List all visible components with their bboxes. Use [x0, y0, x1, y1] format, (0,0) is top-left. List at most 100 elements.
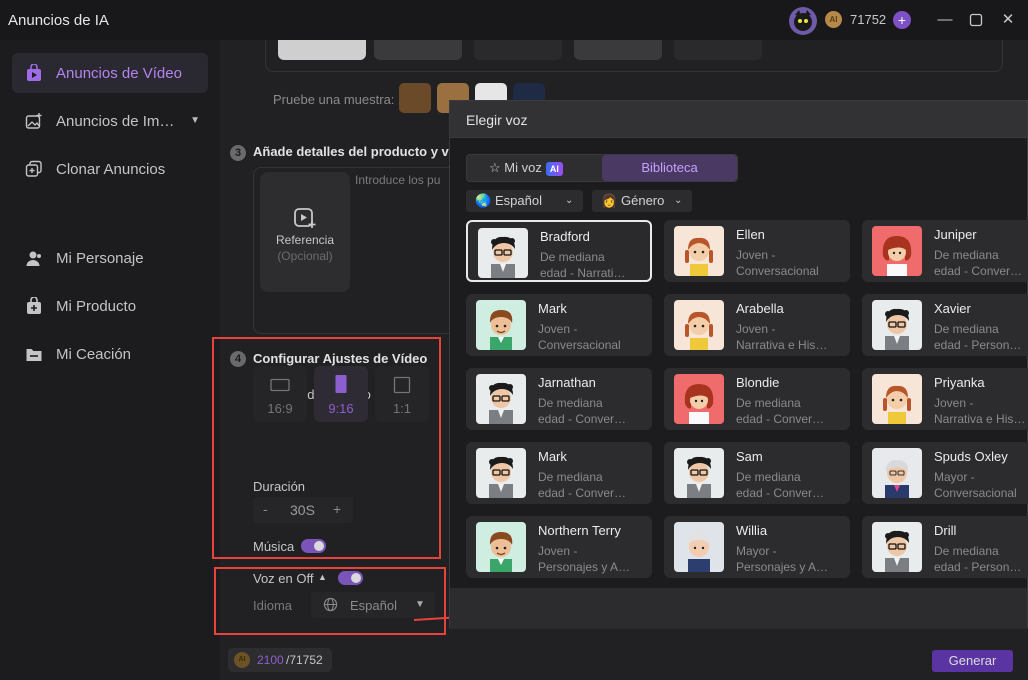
template-thumb[interactable] [574, 40, 662, 60]
sidebar-item-my-character[interactable]: Mi Personaje [12, 238, 208, 278]
voice-avatar [872, 374, 922, 424]
voice-desc-line: Conversacional [736, 264, 819, 278]
voice-avatar [478, 228, 528, 278]
voice-avatar [872, 300, 922, 350]
add-coins-button[interactable]: + [893, 11, 911, 29]
voice-avatar [476, 522, 526, 572]
generate-button[interactable]: Generar [932, 650, 1013, 672]
maximize-button[interactable] [966, 10, 986, 30]
voice-name: Blondie [736, 375, 780, 390]
voice-desc-line: De mediana [736, 470, 801, 484]
sidebar-item-my-product[interactable]: Mi Producto [12, 286, 208, 326]
voice-description: Joven - Conversacional [538, 321, 648, 353]
highlight-video-settings [212, 337, 441, 559]
folder-icon [24, 344, 44, 364]
voice-desc-line: Joven - [538, 322, 578, 336]
voice-description: Mayor - Personajes y A… [736, 543, 846, 575]
sidebar-item-clone-ads[interactable]: Clonar Anuncios [12, 149, 208, 189]
sidebar-item-my-creation[interactable]: Mi Ceación [12, 334, 208, 374]
voice-name: Willia [736, 523, 768, 538]
voice-avatar [476, 448, 526, 498]
voice-description: Joven - Narrativa e His… [934, 395, 1028, 427]
voice-card[interactable]: Priyanka Joven - Narrativa e His… [862, 368, 1028, 430]
voice-desc-line: Personajes y A… [538, 560, 631, 574]
voice-name: Ellen [736, 227, 765, 242]
voice-desc-line: edad - Person… [934, 338, 1022, 352]
voice-avatar [674, 374, 724, 424]
voice-card[interactable]: Spuds Oxley Mayor - Conversacional [862, 442, 1028, 504]
voice-description: De mediana edad - Person… [934, 321, 1028, 353]
voice-desc-line: Narrativa e His… [934, 412, 1026, 426]
voice-name: Spuds Oxley [934, 449, 1008, 464]
sidebar-item-video-ads[interactable]: Anuncios de Vídeo [12, 53, 208, 93]
voice-description: Joven - Personajes y A… [538, 543, 648, 575]
tab-my-voice[interactable]: ☆ Mi voz AI [489, 155, 563, 181]
voice-card[interactable]: Mark Joven - Conversacional [466, 294, 652, 356]
step3-title: Añade detalles del producto y v [253, 144, 449, 159]
reference-optional: (Opcional) [277, 249, 333, 263]
sidebar-item-label: Anuncios de Vídeo [56, 64, 182, 82]
voice-card[interactable]: Arabella Joven - Narrativa e His… [664, 294, 850, 356]
template-thumb[interactable] [674, 40, 762, 60]
reference-upload[interactable] [260, 172, 350, 292]
voice-card[interactable]: Drill De mediana edad - Person… [862, 516, 1028, 578]
voice-card[interactable]: Bradford De mediana edad - Narrati… [466, 220, 652, 282]
voice-tabs: ☆ Mi voz AI Biblioteca [466, 154, 738, 182]
voice-name: Sam [736, 449, 763, 464]
chevron-down-icon: ⌄ [565, 195, 574, 206]
filter-label: Español [495, 193, 542, 208]
filter-label: Género [621, 193, 665, 208]
voice-desc-line: De mediana [934, 248, 999, 262]
voice-name: Xavier [934, 301, 971, 316]
voice-desc-line: De mediana [538, 470, 603, 484]
product-icon [24, 296, 44, 316]
voice-card[interactable]: Northern Terry Joven - Personajes y A… [466, 516, 652, 578]
user-avatar[interactable] [789, 7, 817, 35]
dialog-body: ☆ Mi voz AI Biblioteca 🌏 Español ⌄ 👩 Géne… [450, 138, 1028, 588]
voice-avatar [872, 522, 922, 572]
voice-card[interactable]: Sam De mediana edad - Conver… [664, 442, 850, 504]
voice-desc-line: Narrativa e His… [736, 338, 828, 352]
template-thumb[interactable] [278, 40, 366, 60]
sidebar-item-label: Clonar Anuncios [56, 160, 166, 178]
image-add-icon [24, 111, 44, 131]
voice-card[interactable]: Willia Mayor - Personajes y A… [664, 516, 850, 578]
close-button[interactable]: ✕ [998, 10, 1018, 30]
product-description-input[interactable]: Introduce los pu [355, 173, 440, 187]
voice-avatar [476, 300, 526, 350]
tab-library[interactable]: Biblioteca [602, 155, 737, 181]
voice-description: Mayor - Conversacional [934, 469, 1028, 501]
sidebar-item-image-ads[interactable]: Anuncios de Im… ▼ [12, 101, 208, 141]
voice-description: De mediana edad - Conver… [736, 469, 846, 501]
coin-icon: AI [825, 11, 842, 28]
voice-card[interactable]: Jarnathan De mediana edad - Conver… [466, 368, 652, 430]
sample-thumb[interactable] [399, 83, 431, 113]
voice-desc-line: edad - Narrati… [540, 266, 626, 280]
voice-avatar [476, 374, 526, 424]
minimize-button[interactable]: — [935, 10, 955, 30]
ai-badge: AI [545, 161, 563, 176]
voice-desc-line: edad - Conver… [934, 264, 1023, 278]
language-filter[interactable]: 🌏 Español ⌄ [466, 190, 583, 212]
person-icon: 👩 [601, 193, 618, 208]
sidebar-item-label: Anuncios de Im… [56, 112, 175, 130]
title-bar: Anuncios de IA AI 71752 + — ✕ [0, 0, 1028, 40]
gender-filter[interactable]: 👩 Género ⌄ [592, 190, 692, 212]
voice-desc-line: Conversacional [934, 486, 1017, 500]
voice-name: Northern Terry [538, 523, 621, 538]
voice-avatar [674, 226, 724, 276]
cost-total: /71752 [286, 653, 323, 667]
person-icon [24, 248, 44, 268]
voice-card[interactable]: Ellen Joven - Conversacional [664, 220, 850, 282]
voice-card[interactable]: Blondie De mediana edad - Conver… [664, 368, 850, 430]
template-thumb[interactable] [374, 40, 462, 60]
template-thumb[interactable] [474, 40, 562, 60]
voice-avatar [674, 448, 724, 498]
clone-icon [24, 159, 44, 179]
voice-card[interactable]: Mark De mediana edad - Conver… [466, 442, 652, 504]
voice-desc-line: Personajes y A… [736, 560, 829, 574]
voice-card[interactable]: Juniper De mediana edad - Conver… [862, 220, 1028, 282]
dialog-footer [450, 588, 1027, 629]
voice-card[interactable]: Xavier De mediana edad - Person… [862, 294, 1028, 356]
dialog-title: Elegir voz [466, 112, 528, 128]
